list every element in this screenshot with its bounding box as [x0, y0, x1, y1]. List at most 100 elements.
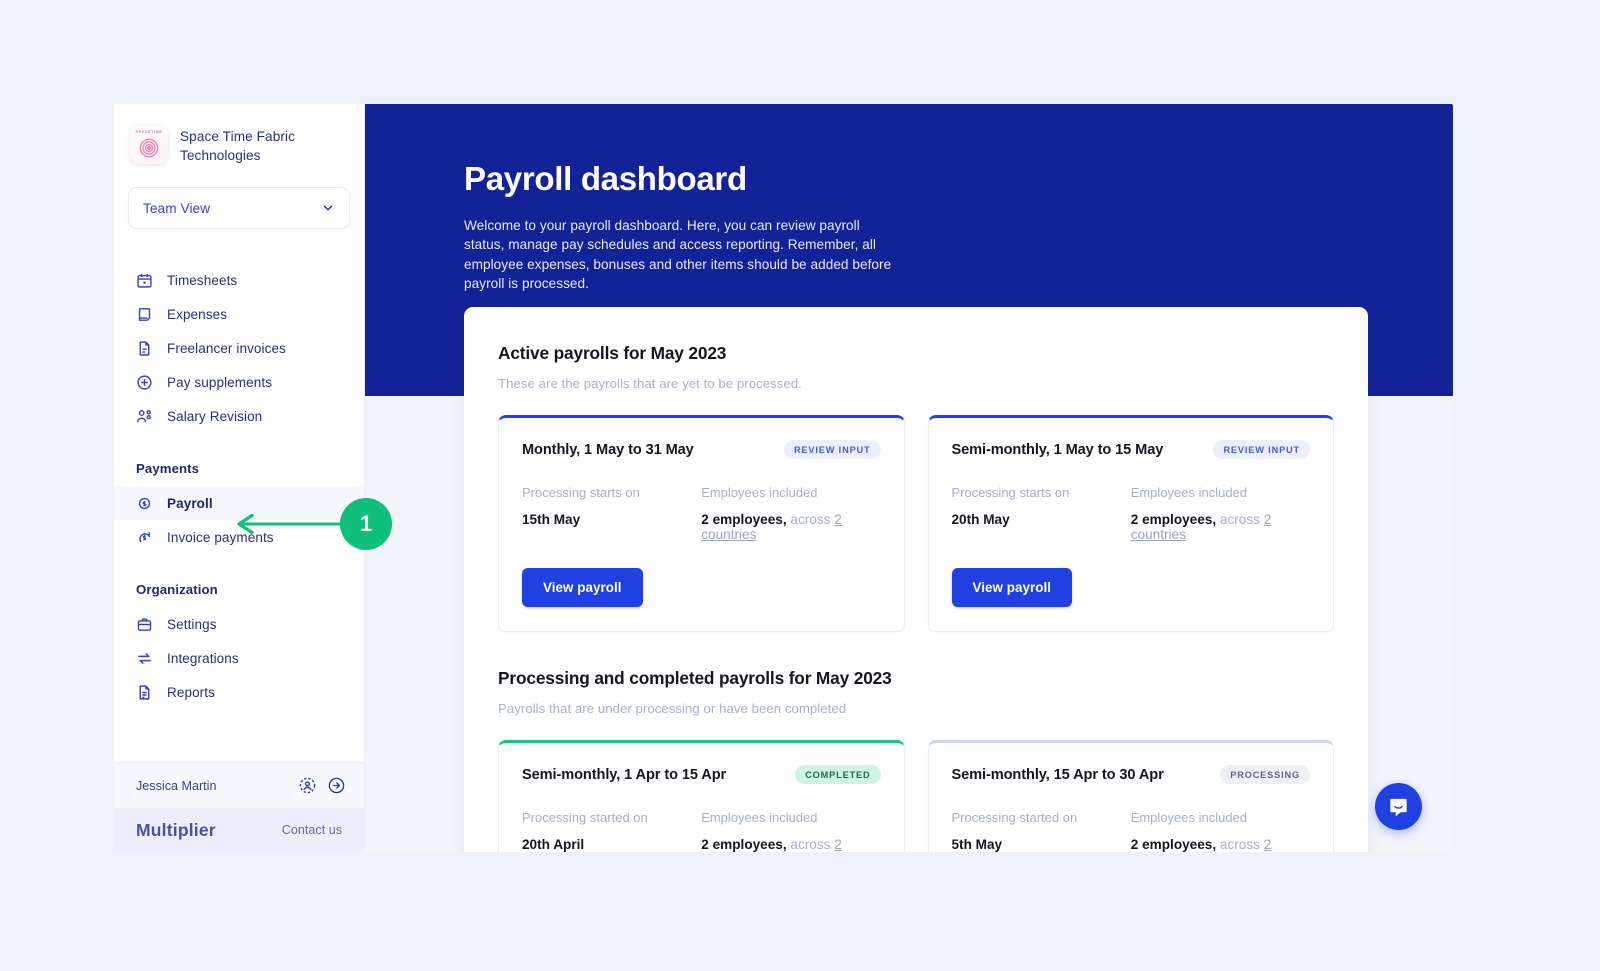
section-subtitle: These are the payrolls that are yet to b…	[498, 376, 802, 391]
card-employees-column: Employees included 2 employees, across 2…	[1131, 485, 1310, 542]
employees-suffix: across	[790, 837, 831, 852]
contact-us-link[interactable]: Contact us	[282, 823, 342, 837]
page-title: Payroll dashboard	[464, 160, 747, 197]
sidebar-item-label: Expenses	[167, 306, 228, 322]
sidebar-item-reports[interactable]: Reports	[114, 675, 364, 709]
user-bar: Jessica Martin	[114, 762, 364, 808]
footer-brand-bar: Multiplier Contact us	[114, 808, 364, 852]
sidebar-item-salary-revision[interactable]: Salary Revision	[114, 399, 364, 433]
payroll-card[interactable]: Semi-monthly, 15 Apr to 30 Apr PROCESSIN…	[927, 740, 1334, 852]
logo-wordmark: SPACETIME	[135, 130, 163, 134]
sidebar-item-settings[interactable]: Settings	[114, 607, 364, 641]
sidebar-item-pay-supplements[interactable]: Pay supplements	[114, 365, 364, 399]
calendar-icon	[136, 272, 153, 289]
sidebar-item-label: Pay supplements	[167, 374, 273, 390]
invoice-dollar-icon	[136, 529, 153, 546]
page-description: Welcome to your payroll dashboard. Here,…	[464, 218, 892, 291]
status-badge: PROCESSING	[1220, 765, 1310, 784]
chevron-down-icon	[323, 205, 333, 211]
employees-count: 2 employees,	[1130, 512, 1217, 527]
card-details: Processing started on 5th May Employees …	[952, 810, 1311, 852]
card-title: Semi-monthly, 15 Apr to 30 Apr	[951, 766, 1164, 783]
organization-name: Space Time Fabric Technologies	[180, 129, 296, 163]
sidebar-item-label: Salary Revision	[167, 408, 263, 424]
card-title: Semi-monthly, 1 May to 15 May	[951, 441, 1164, 458]
card-date-column: Processing starts on 15th May	[522, 485, 701, 542]
sidebar-item-integrations[interactable]: Integrations	[114, 641, 364, 675]
sidebar-item-label: Freelancer invoices	[167, 340, 286, 356]
exchange-arrows-icon	[136, 650, 153, 667]
view-payroll-button[interactable]: View payroll	[951, 568, 1072, 607]
team-view-value: Team View	[143, 200, 211, 216]
main-content: Payroll dashboard Welcome to your payrol…	[365, 104, 1453, 852]
view-payroll-button[interactable]: View payroll	[522, 568, 643, 607]
document-icon	[136, 340, 153, 357]
brand-name: Multiplier	[136, 819, 216, 840]
spiral-logo-icon: SPACETIME	[130, 126, 168, 164]
sidebar-item-freelancer-invoices[interactable]: Freelancer invoices	[114, 331, 364, 365]
chat-widget-button[interactable]	[1375, 783, 1422, 830]
countries-link[interactable]: 2	[834, 837, 842, 852]
card-header: Semi-monthly, 1 Apr to 15 Apr COMPLETED	[522, 765, 881, 784]
sidebar-item-label: Reports	[167, 684, 215, 700]
date-label: Processing starts on	[522, 485, 640, 500]
sidebar-item-label: Settings	[167, 616, 217, 632]
payroll-card[interactable]: Semi-monthly, 1 Apr to 15 Apr COMPLETED …	[498, 740, 905, 852]
sidebar: SPACETIME Space Time Fabric Technologies…	[114, 104, 365, 852]
arrow-right-circle-icon[interactable]	[327, 776, 346, 795]
card-header: Semi-monthly, 15 Apr to 30 Apr PROCESSIN…	[951, 765, 1310, 784]
date-value: 5th May	[951, 837, 1003, 852]
active-payrolls-section: Active payrolls for May 2023 These are t…	[498, 343, 1334, 632]
sidebar-nav: Timesheets Expenses Freelancer invoices …	[114, 229, 364, 762]
employees-count: 2 employees,	[1130, 837, 1217, 852]
employees-value: 2 employees, across 2 countries	[1131, 512, 1310, 542]
card-title: Monthly, 1 May to 31 May	[522, 441, 694, 458]
employees-label: Employees included	[701, 810, 818, 825]
user-circle-icon[interactable]	[298, 776, 317, 795]
payroll-panel: Active payrolls for May 2023 These are t…	[464, 307, 1368, 852]
payroll-card[interactable]: Semi-monthly, 1 May to 15 May REVIEW INP…	[927, 415, 1334, 632]
people-icon	[136, 408, 153, 425]
plus-circle-icon	[136, 374, 153, 391]
status-badge: REVIEW INPUT	[1213, 440, 1310, 459]
section-subtitle: Payrolls that are under processing or ha…	[498, 701, 847, 716]
date-label: Processing started on	[522, 810, 648, 825]
countries-link[interactable]: 2	[1264, 837, 1272, 852]
sidebar-item-payroll[interactable]: Payroll	[114, 486, 364, 520]
card-employees-column: Employees included 2 employees, across 2	[701, 810, 880, 852]
status-badge: REVIEW INPUT	[783, 440, 881, 459]
sidebar-item-label: Payroll	[167, 495, 213, 511]
card-header: Semi-monthly, 1 May to 15 May REVIEW INP…	[951, 440, 1310, 459]
sidebar-item-label: Timesheets	[167, 272, 238, 288]
section-title: Processing and completed payrolls for Ma…	[498, 668, 892, 688]
app-window: SPACETIME Space Time Fabric Technologies…	[114, 104, 1453, 852]
section-title: Active payrolls for May 2023	[498, 343, 727, 363]
card-date-column: Processing started on 20th April	[522, 810, 701, 852]
card-employees-column: Employees included 2 employees, across 2…	[701, 485, 880, 542]
intercom-chat-icon	[1390, 798, 1407, 817]
payroll-card[interactable]: Monthly, 1 May to 31 May REVIEW INPUT Pr…	[498, 415, 905, 632]
card-details: Processing started on 20th April Employe…	[522, 810, 881, 852]
employees-count: 2 employees,	[701, 837, 787, 852]
nav-heading-organization: Organization	[136, 582, 218, 597]
date-value: 20th April	[522, 837, 585, 852]
employees-value: 2 employees, across 2 countries	[701, 512, 880, 542]
sidebar-item-invoice-payments[interactable]: Invoice payments	[114, 520, 364, 554]
card-header: Monthly, 1 May to 31 May REVIEW INPUT	[522, 440, 881, 459]
card-date-column: Processing started on 5th May	[952, 810, 1131, 852]
organization-header: SPACETIME Space Time Fabric Technologies	[114, 104, 364, 175]
employees-count: 2 employees,	[701, 512, 787, 527]
card-date-column: Processing starts on 20th May	[952, 485, 1131, 542]
employees-value: 2 employees, across 2	[701, 837, 880, 852]
active-payroll-cards: Monthly, 1 May to 31 May REVIEW INPUT Pr…	[498, 415, 1334, 632]
employees-suffix: across	[1219, 512, 1260, 527]
report-document-icon	[136, 684, 153, 701]
sidebar-item-label: Invoice payments	[167, 529, 274, 545]
payroll-icon	[136, 495, 153, 512]
team-view-select[interactable]: Team View	[128, 187, 350, 229]
processing-payroll-cards: Semi-monthly, 1 Apr to 15 Apr COMPLETED …	[498, 740, 1334, 852]
sidebar-item-expenses[interactable]: Expenses	[114, 297, 364, 331]
sidebar-item-timesheets[interactable]: Timesheets	[114, 263, 364, 297]
card-employees-column: Employees included 2 employees, across 2	[1131, 810, 1310, 852]
